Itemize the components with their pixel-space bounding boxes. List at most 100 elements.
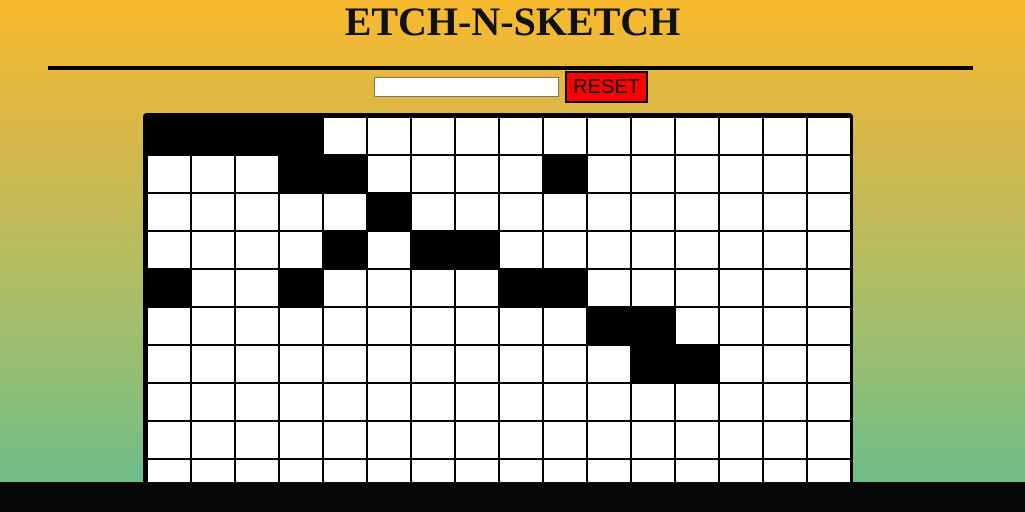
grid-cell[interactable] — [148, 270, 190, 306]
grid-cell[interactable] — [632, 118, 674, 154]
grid-cell[interactable] — [368, 346, 410, 382]
grid-cell[interactable] — [676, 118, 718, 154]
grid-cell[interactable] — [192, 422, 234, 458]
grid-cell[interactable] — [412, 346, 454, 382]
grid-cell[interactable] — [808, 422, 850, 458]
grid-size-input[interactable] — [374, 77, 559, 97]
grid-cell[interactable] — [588, 156, 630, 192]
grid-cell[interactable] — [456, 270, 498, 306]
grid-cell[interactable] — [192, 270, 234, 306]
grid-cell[interactable] — [236, 156, 278, 192]
grid-cell[interactable] — [720, 156, 762, 192]
grid-cell[interactable] — [588, 422, 630, 458]
grid-cell[interactable] — [192, 232, 234, 268]
grid-cell[interactable] — [324, 156, 366, 192]
grid-cell[interactable] — [148, 194, 190, 230]
grid-cell[interactable] — [280, 384, 322, 420]
grid-cell[interactable] — [236, 194, 278, 230]
grid-cell[interactable] — [544, 384, 586, 420]
grid-cell[interactable] — [368, 422, 410, 458]
grid-cell[interactable] — [544, 194, 586, 230]
grid-cell[interactable] — [192, 156, 234, 192]
grid-cell[interactable] — [588, 346, 630, 382]
grid-cell[interactable] — [324, 308, 366, 344]
grid-cell[interactable] — [808, 156, 850, 192]
grid-cell[interactable] — [632, 232, 674, 268]
grid-cell[interactable] — [764, 308, 806, 344]
grid-cell[interactable] — [544, 308, 586, 344]
grid-cell[interactable] — [148, 232, 190, 268]
grid-cell[interactable] — [280, 194, 322, 230]
grid-cell[interactable] — [676, 308, 718, 344]
grid-cell[interactable] — [456, 156, 498, 192]
grid-cell[interactable] — [324, 270, 366, 306]
grid-cell[interactable] — [544, 422, 586, 458]
grid-cell[interactable] — [544, 156, 586, 192]
grid-cell[interactable] — [280, 346, 322, 382]
grid-cell[interactable] — [764, 118, 806, 154]
grid-cell[interactable] — [280, 422, 322, 458]
grid-cell[interactable] — [632, 270, 674, 306]
grid-cell[interactable] — [544, 270, 586, 306]
grid-cell[interactable] — [720, 308, 762, 344]
grid-cell[interactable] — [632, 346, 674, 382]
grid-cell[interactable] — [588, 232, 630, 268]
grid-cell[interactable] — [764, 270, 806, 306]
grid-cell[interactable] — [808, 118, 850, 154]
grid-cell[interactable] — [632, 422, 674, 458]
grid-cell[interactable] — [368, 118, 410, 154]
grid-cell[interactable] — [764, 422, 806, 458]
grid-cell[interactable] — [456, 118, 498, 154]
grid-cell[interactable] — [676, 156, 718, 192]
grid-cell[interactable] — [236, 118, 278, 154]
grid-cell[interactable] — [412, 156, 454, 192]
grid-cell[interactable] — [676, 270, 718, 306]
grid-cell[interactable] — [764, 384, 806, 420]
grid-cell[interactable] — [368, 194, 410, 230]
grid-cell[interactable] — [676, 232, 718, 268]
grid-cell[interactable] — [500, 270, 542, 306]
reset-button[interactable]: RESET — [565, 71, 648, 103]
grid-cell[interactable] — [500, 118, 542, 154]
grid-cell[interactable] — [192, 118, 234, 154]
grid-cell[interactable] — [500, 308, 542, 344]
grid-cell[interactable] — [500, 194, 542, 230]
grid-cell[interactable] — [588, 384, 630, 420]
grid-cell[interactable] — [808, 346, 850, 382]
grid-cell[interactable] — [720, 384, 762, 420]
grid-cell[interactable] — [412, 232, 454, 268]
grid-cell[interactable] — [544, 118, 586, 154]
grid-cell[interactable] — [500, 156, 542, 192]
grid-cell[interactable] — [544, 232, 586, 268]
grid-cell[interactable] — [192, 384, 234, 420]
grid-cell[interactable] — [500, 232, 542, 268]
grid-cell[interactable] — [368, 270, 410, 306]
grid-cell[interactable] — [192, 346, 234, 382]
grid-cell[interactable] — [368, 156, 410, 192]
grid-cell[interactable] — [720, 194, 762, 230]
grid-cell[interactable] — [808, 194, 850, 230]
grid-cell[interactable] — [632, 308, 674, 344]
grid-cell[interactable] — [280, 232, 322, 268]
grid-cell[interactable] — [544, 346, 586, 382]
grid-cell[interactable] — [280, 118, 322, 154]
grid-cell[interactable] — [720, 346, 762, 382]
grid-cell[interactable] — [148, 118, 190, 154]
grid-cell[interactable] — [148, 156, 190, 192]
grid-cell[interactable] — [192, 194, 234, 230]
grid-cell[interactable] — [588, 194, 630, 230]
grid-cell[interactable] — [500, 346, 542, 382]
grid-cell[interactable] — [720, 270, 762, 306]
grid-cell[interactable] — [456, 232, 498, 268]
grid-cell[interactable] — [808, 232, 850, 268]
grid-cell[interactable] — [412, 118, 454, 154]
grid-cell[interactable] — [632, 384, 674, 420]
grid-cell[interactable] — [324, 346, 366, 382]
grid-cell[interactable] — [280, 156, 322, 192]
grid-cell[interactable] — [412, 422, 454, 458]
grid-cell[interactable] — [368, 384, 410, 420]
grid-cell[interactable] — [280, 308, 322, 344]
grid-cell[interactable] — [192, 308, 234, 344]
grid-cell[interactable] — [236, 422, 278, 458]
grid-cell[interactable] — [764, 156, 806, 192]
